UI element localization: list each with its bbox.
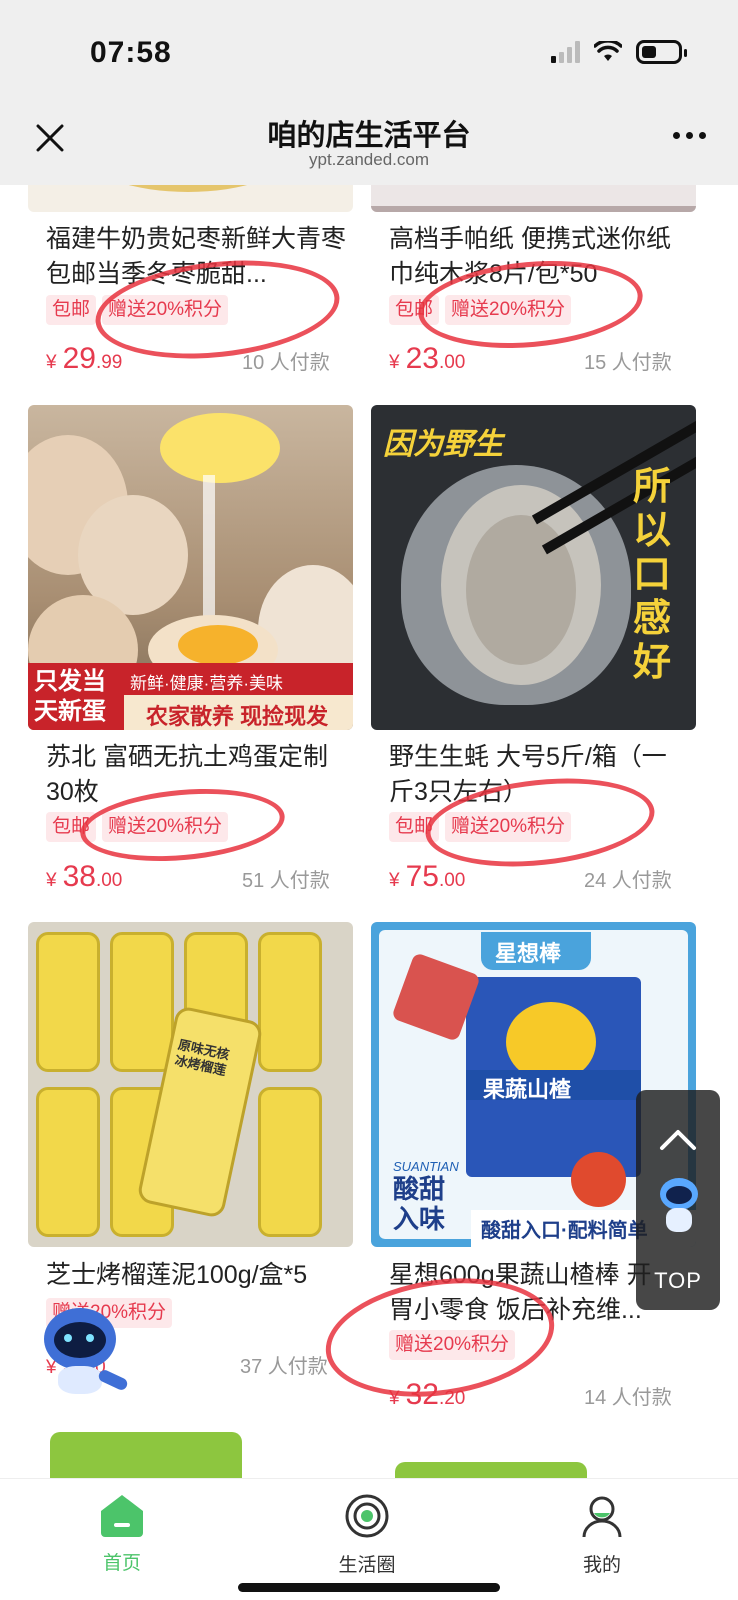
product-image-eggs[interactable]: 只发当 天新蛋 新鲜·健康·营养·美味 农家散养 现捡现发 — [28, 405, 353, 730]
product-tags: 包邮 赠送20%积分 — [46, 812, 229, 842]
image-english-text: SUANTIAN — [393, 1159, 459, 1174]
paid-count: 14 人付款 — [584, 1387, 672, 1409]
page-title: 咱的店生活平台 — [267, 120, 471, 152]
free-shipping-tag: 包邮 — [46, 812, 97, 842]
product-name[interactable]: 星想600g果蔬山楂棒 开胃小零食 饭后补充维... — [389, 1258, 659, 1328]
image-product-text: 果蔬山楂 — [483, 1077, 572, 1102]
tab-mine-label: 我的 — [582, 1555, 621, 1576]
free-shipping-tag: 包邮 — [389, 295, 440, 325]
product-name[interactable]: 苏北 富硒无抗土鸡蛋定制30枚 — [46, 740, 346, 810]
image-side-text: 所以口感好 — [633, 466, 672, 684]
chevron-up-icon — [660, 1130, 696, 1150]
points-tag: 赠送20%积分 — [445, 812, 572, 842]
image-slogan-text: 新鲜·健康·营养·美味 — [130, 674, 283, 693]
paid-count: 51 人付款 — [242, 870, 330, 892]
more-menu-icon[interactable] — [673, 132, 706, 139]
life-circle-icon — [345, 1494, 389, 1538]
status-time: 07:58 — [90, 36, 172, 69]
paid-count: 15 人付款 — [584, 352, 672, 374]
points-tag: 赠送20%积分 — [102, 295, 229, 325]
product-price: ¥75.00 — [389, 860, 466, 893]
image-banner-text: 农家散养 现捡现发 — [146, 704, 329, 729]
product-name[interactable]: 野生生蚝 大号5斤/箱（一斤3只左右） — [389, 740, 689, 810]
robot-icon — [656, 1178, 702, 1246]
product-price: ¥38.00 — [46, 860, 123, 893]
product-tags: 包邮 赠送20%积分 — [389, 295, 572, 325]
battery-icon — [636, 40, 687, 64]
tab-mine[interactable]: 我的 — [542, 1493, 662, 1577]
product-tags: 包邮 赠送20%积分 — [46, 295, 229, 325]
scroll-to-top-button[interactable]: TOP — [636, 1090, 720, 1310]
image-footer-text: 酸甜入口·配料简单 — [481, 1220, 648, 1242]
points-tag: 赠送20%积分 — [389, 1330, 516, 1360]
image-brand-text: 星想棒 — [495, 941, 562, 966]
product-name[interactable]: 福建牛奶贵妃枣新鲜大青枣包邮当季冬枣脆甜... — [46, 222, 346, 292]
product-image-durian[interactable]: 原味无核冰烤榴莲 — [28, 922, 353, 1247]
product-price: ¥23.00 — [389, 342, 466, 375]
tab-life-circle-label: 生活圈 — [338, 1555, 396, 1576]
mascot-float-button[interactable] — [38, 1308, 130, 1400]
product-image-next[interactable] — [395, 1462, 587, 1478]
product-image-next[interactable] — [50, 1432, 242, 1478]
wifi-icon — [594, 41, 622, 61]
tab-life-circle[interactable]: 生活圈 — [307, 1493, 427, 1577]
tab-home-label: 首页 — [102, 1553, 141, 1574]
image-badge-text: 只发当 天新蛋 — [34, 668, 106, 725]
product-tags: 赠送20%积分 — [389, 1330, 516, 1360]
product-tags: 包邮 赠送20%积分 — [389, 812, 572, 842]
product-name[interactable]: 高档手帕纸 便携式迷你纸巾纯木浆8片/包*50 — [389, 222, 689, 292]
home-indicator — [238, 1583, 500, 1592]
points-tag: 赠送20%积分 — [102, 812, 229, 842]
image-taste-text: 酸甜 入味 — [393, 1174, 446, 1234]
points-tag: 赠送20%积分 — [445, 295, 572, 325]
user-icon — [582, 1496, 622, 1538]
scroll-to-top-label: TOP — [654, 1268, 702, 1293]
paid-count: 10 人付款 — [242, 352, 330, 374]
product-image-oyster[interactable]: 因为野生 所以口感好 — [371, 405, 696, 730]
product-price: ¥32.20 — [389, 1378, 466, 1411]
product-name[interactable]: 芝士烤榴莲泥100g/盒*5 — [46, 1258, 356, 1294]
paid-count: 24 人付款 — [584, 870, 672, 892]
cellular-signal-icon — [551, 41, 580, 63]
free-shipping-tag: 包邮 — [46, 295, 97, 325]
page-url: ypt.zanded.com — [308, 150, 429, 169]
free-shipping-tag: 包邮 — [389, 812, 440, 842]
tab-home[interactable]: 首页 — [62, 1493, 182, 1575]
paid-count: 37 人付款 — [240, 1356, 328, 1378]
header: 07:58 咱的店生活平台 ypt.zanded.com — [0, 0, 738, 185]
image-headline-text: 因为野生 — [383, 428, 503, 461]
bottom-tab-bar: 首页 生活圈 我的 — [0, 1478, 738, 1600]
status-icons — [551, 40, 687, 64]
product-price: ¥29.99 — [46, 342, 123, 375]
home-icon — [101, 1495, 143, 1537]
